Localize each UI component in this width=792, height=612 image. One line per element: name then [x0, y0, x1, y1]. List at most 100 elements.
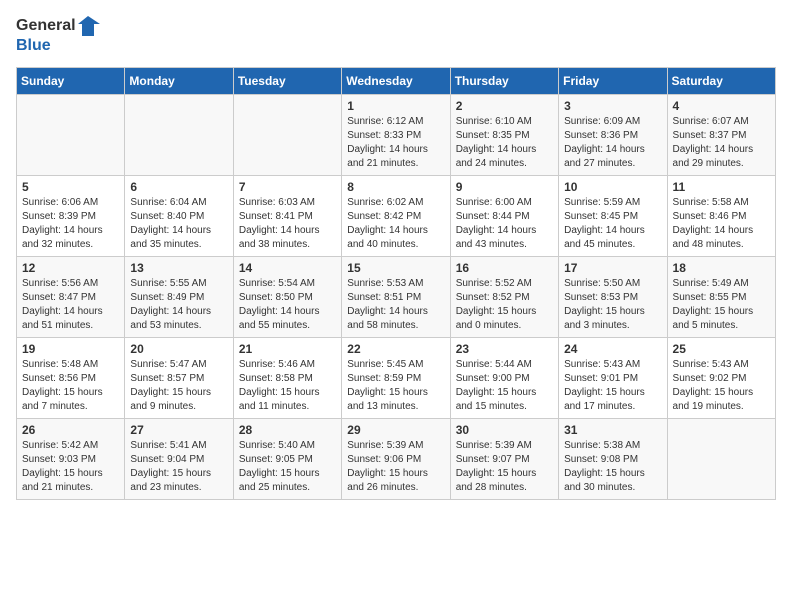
day-number: 8: [347, 180, 444, 194]
day-info: Sunrise: 6:00 AM Sunset: 8:44 PM Dayligh…: [456, 196, 553, 252]
calendar-cell: 30 Sunrise: 5:39 AM Sunset: 9:07 PM Dayli…: [450, 419, 558, 500]
logo: General Blue: [16, 16, 100, 55]
day-info: Sunrise: 5:39 AM Sunset: 9:06 PM Dayligh…: [347, 439, 444, 495]
day-number: 22: [347, 342, 444, 356]
day-number: 16: [456, 261, 553, 275]
calendar-table: SundayMondayTuesdayWednesdayThursdayFrid…: [16, 67, 776, 500]
day-number: 14: [239, 261, 336, 275]
calendar-cell: 8 Sunrise: 6:02 AM Sunset: 8:42 PM Daylig…: [342, 176, 450, 257]
day-info: Sunrise: 5:42 AM Sunset: 9:03 PM Dayligh…: [22, 439, 119, 495]
calendar-cell: 21 Sunrise: 5:46 AM Sunset: 8:58 PM Dayli…: [233, 338, 341, 419]
day-info: Sunrise: 5:59 AM Sunset: 8:45 PM Dayligh…: [564, 196, 661, 252]
calendar-cell: 31 Sunrise: 5:38 AM Sunset: 9:08 PM Dayli…: [559, 419, 667, 500]
day-info: Sunrise: 5:46 AM Sunset: 8:58 PM Dayligh…: [239, 358, 336, 414]
calendar-cell: [233, 95, 341, 176]
day-info: Sunrise: 5:58 AM Sunset: 8:46 PM Dayligh…: [673, 196, 770, 252]
calendar-cell: 2 Sunrise: 6:10 AM Sunset: 8:35 PM Daylig…: [450, 95, 558, 176]
calendar-week-4: 19 Sunrise: 5:48 AM Sunset: 8:56 PM Dayli…: [17, 338, 776, 419]
calendar-cell: 7 Sunrise: 6:03 AM Sunset: 8:41 PM Daylig…: [233, 176, 341, 257]
day-number: 20: [130, 342, 227, 356]
day-number: 25: [673, 342, 770, 356]
day-info: Sunrise: 5:52 AM Sunset: 8:52 PM Dayligh…: [456, 277, 553, 333]
day-info: Sunrise: 5:53 AM Sunset: 8:51 PM Dayligh…: [347, 277, 444, 333]
day-number: 2: [456, 99, 553, 113]
day-info: Sunrise: 5:48 AM Sunset: 8:56 PM Dayligh…: [22, 358, 119, 414]
calendar-cell: 4 Sunrise: 6:07 AM Sunset: 8:37 PM Daylig…: [667, 95, 775, 176]
calendar-cell: 23Sunrise: 5:44 AM Sunset: 9:00 PM Dayli…: [450, 338, 558, 419]
calendar-week-2: 5 Sunrise: 6:06 AM Sunset: 8:39 PM Daylig…: [17, 176, 776, 257]
calendar-cell: 26 Sunrise: 5:42 AM Sunset: 9:03 PM Dayli…: [17, 419, 125, 500]
day-info: Sunrise: 5:39 AM Sunset: 9:07 PM Dayligh…: [456, 439, 553, 495]
day-info: Sunrise: 6:04 AM Sunset: 8:40 PM Dayligh…: [130, 196, 227, 252]
header-row: SundayMondayTuesdayWednesdayThursdayFrid…: [17, 68, 776, 95]
weekday-header-thursday: Thursday: [450, 68, 558, 95]
day-info: Sunrise: 6:03 AM Sunset: 8:41 PM Dayligh…: [239, 196, 336, 252]
day-info: Sunrise: 5:45 AM Sunset: 8:59 PM Dayligh…: [347, 358, 444, 414]
logo-general-text: General: [16, 16, 76, 35]
calendar-cell: 13 Sunrise: 5:55 AM Sunset: 8:49 PM Dayli…: [125, 257, 233, 338]
day-number: 30: [456, 423, 553, 437]
calendar-week-1: 1 Sunrise: 6:12 AM Sunset: 8:33 PM Daylig…: [17, 95, 776, 176]
day-number: 10: [564, 180, 661, 194]
calendar-cell: 24Sunrise: 5:43 AM Sunset: 9:01 PM Dayli…: [559, 338, 667, 419]
day-number: 28: [239, 423, 336, 437]
page-header: General Blue: [16, 16, 776, 55]
day-info: Sunrise: 5:43 AM Sunset: 9:02 PM Dayligh…: [673, 358, 770, 414]
day-info: Sunrise: 5:55 AM Sunset: 8:49 PM Dayligh…: [130, 277, 227, 333]
day-number: 12: [22, 261, 119, 275]
calendar-cell: 19 Sunrise: 5:48 AM Sunset: 8:56 PM Dayli…: [17, 338, 125, 419]
day-number: 27: [130, 423, 227, 437]
day-number: 7: [239, 180, 336, 194]
day-info: Sunrise: 6:07 AM Sunset: 8:37 PM Dayligh…: [673, 115, 770, 171]
weekday-header-monday: Monday: [125, 68, 233, 95]
day-info: Sunrise: 5:38 AM Sunset: 9:08 PM Dayligh…: [564, 439, 661, 495]
day-number: 21: [239, 342, 336, 356]
day-number: 11: [673, 180, 770, 194]
logo-bird-icon: [78, 16, 100, 36]
day-number: 6: [130, 180, 227, 194]
calendar-cell: 10 Sunrise: 5:59 AM Sunset: 8:45 PM Dayli…: [559, 176, 667, 257]
calendar-cell: 22 Sunrise: 5:45 AM Sunset: 8:59 PM Dayli…: [342, 338, 450, 419]
day-number: 19: [22, 342, 119, 356]
calendar-cell: 18Sunrise: 5:49 AM Sunset: 8:55 PM Dayli…: [667, 257, 775, 338]
calendar-cell: 3 Sunrise: 6:09 AM Sunset: 8:36 PM Daylig…: [559, 95, 667, 176]
calendar-week-5: 26 Sunrise: 5:42 AM Sunset: 9:03 PM Dayli…: [17, 419, 776, 500]
day-number: 18: [673, 261, 770, 275]
day-number: 3: [564, 99, 661, 113]
day-number: 29: [347, 423, 444, 437]
day-number: 31: [564, 423, 661, 437]
day-info: Sunrise: 6:10 AM Sunset: 8:35 PM Dayligh…: [456, 115, 553, 171]
calendar-cell: 5 Sunrise: 6:06 AM Sunset: 8:39 PM Daylig…: [17, 176, 125, 257]
day-number: 5: [22, 180, 119, 194]
day-number: 9: [456, 180, 553, 194]
day-number: 15: [347, 261, 444, 275]
calendar-cell: 14 Sunrise: 5:54 AM Sunset: 8:50 PM Dayli…: [233, 257, 341, 338]
day-number: 4: [673, 99, 770, 113]
day-number: 13: [130, 261, 227, 275]
weekday-header-sunday: Sunday: [17, 68, 125, 95]
day-info: Sunrise: 5:43 AM Sunset: 9:01 PM Dayligh…: [564, 358, 661, 414]
day-info: Sunrise: 6:12 AM Sunset: 8:33 PM Dayligh…: [347, 115, 444, 171]
day-info: Sunrise: 6:06 AM Sunset: 8:39 PM Dayligh…: [22, 196, 119, 252]
day-info: Sunrise: 5:54 AM Sunset: 8:50 PM Dayligh…: [239, 277, 336, 333]
calendar-cell: 12 Sunrise: 5:56 AM Sunset: 8:47 PM Dayli…: [17, 257, 125, 338]
day-info: Sunrise: 5:47 AM Sunset: 8:57 PM Dayligh…: [130, 358, 227, 414]
logo-blue-text: Blue: [16, 36, 100, 55]
calendar-cell: 28Sunrise: 5:40 AM Sunset: 9:05 PM Dayli…: [233, 419, 341, 500]
day-info: Sunrise: 5:44 AM Sunset: 9:00 PM Dayligh…: [456, 358, 553, 414]
day-info: Sunrise: 5:50 AM Sunset: 8:53 PM Dayligh…: [564, 277, 661, 333]
calendar-cell: 16 Sunrise: 5:52 AM Sunset: 8:52 PM Dayli…: [450, 257, 558, 338]
day-info: Sunrise: 6:09 AM Sunset: 8:36 PM Dayligh…: [564, 115, 661, 171]
calendar-cell: 29 Sunrise: 5:39 AM Sunset: 9:06 PM Dayli…: [342, 419, 450, 500]
day-number: 26: [22, 423, 119, 437]
calendar-cell: 1 Sunrise: 6:12 AM Sunset: 8:33 PM Daylig…: [342, 95, 450, 176]
day-info: Sunrise: 6:02 AM Sunset: 8:42 PM Dayligh…: [347, 196, 444, 252]
weekday-header-tuesday: Tuesday: [233, 68, 341, 95]
calendar-cell: [17, 95, 125, 176]
calendar-cell: [125, 95, 233, 176]
day-info: Sunrise: 5:56 AM Sunset: 8:47 PM Dayligh…: [22, 277, 119, 333]
day-number: 1: [347, 99, 444, 113]
weekday-header-wednesday: Wednesday: [342, 68, 450, 95]
calendar-week-3: 12 Sunrise: 5:56 AM Sunset: 8:47 PM Dayli…: [17, 257, 776, 338]
calendar-cell: 9 Sunrise: 6:00 AM Sunset: 8:44 PM Daylig…: [450, 176, 558, 257]
